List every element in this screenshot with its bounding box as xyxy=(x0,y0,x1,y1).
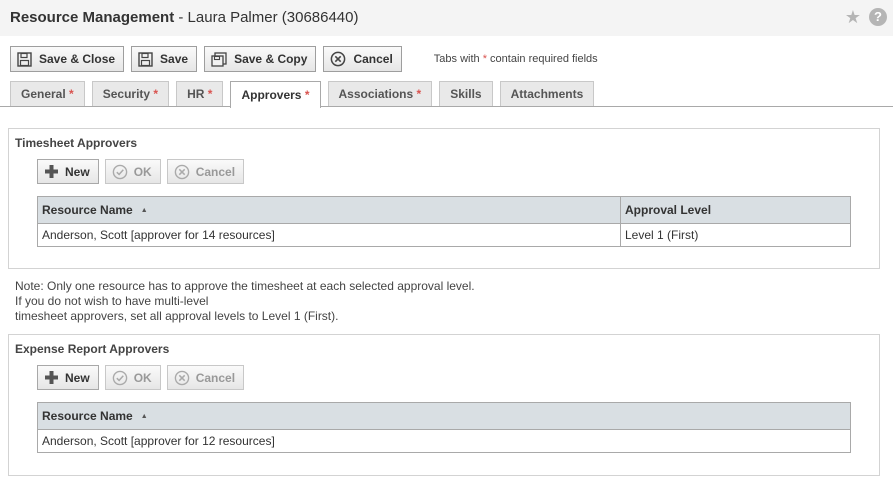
timesheet-approvers-title: Timesheet Approvers xyxy=(15,136,138,150)
plus-icon xyxy=(44,164,59,179)
expense-new-button[interactable]: New xyxy=(37,365,99,390)
save-close-button[interactable]: Save & Close xyxy=(10,46,125,72)
grid-header: Resource Name ▲ xyxy=(38,403,850,430)
tab-attachments[interactable]: Attachments xyxy=(499,81,595,106)
tab-divider xyxy=(0,106,893,107)
expense-ok-button[interactable]: OK xyxy=(104,365,161,390)
tab-associations[interactable]: Associations * xyxy=(327,81,433,106)
timesheet-new-button[interactable]: New xyxy=(37,159,99,184)
approval-note: Note: Only one resource has to approve t… xyxy=(15,279,475,323)
sort-ascending-icon: ▲ xyxy=(140,412,148,420)
save-close-label: Save & Close xyxy=(39,52,116,66)
cell-resource-name: Anderson, Scott [approver for 14 resourc… xyxy=(38,224,621,246)
check-circle-icon xyxy=(112,164,128,180)
tab-hr[interactable]: HR * xyxy=(176,81,224,106)
tab-general[interactable]: General * xyxy=(10,81,85,106)
cell-resource-name: Anderson, Scott [approver for 12 resourc… xyxy=(42,434,275,448)
cancel-label: Cancel xyxy=(353,52,393,66)
cancel-circle-icon xyxy=(174,164,190,180)
tab-skills[interactable]: Skills xyxy=(439,81,493,106)
copy-disk-icon xyxy=(211,51,227,67)
page-title: Resource Management - Laura Palmer (3068… xyxy=(10,9,359,26)
save-copy-button[interactable]: Save & Copy xyxy=(204,46,317,72)
star-icon[interactable]: ★ xyxy=(845,8,861,26)
page-title-record: - Laura Palmer (30686440) xyxy=(174,9,359,26)
required-star: * xyxy=(153,87,159,101)
cancel-circle-icon xyxy=(174,370,190,386)
help-icon[interactable]: ? xyxy=(869,8,887,26)
table-row[interactable]: Anderson, Scott [approver for 12 resourc… xyxy=(38,430,850,452)
page-title-module: Resource Management xyxy=(10,9,175,26)
save-button[interactable]: Save xyxy=(131,46,198,72)
check-circle-icon xyxy=(112,370,128,386)
required-star: * xyxy=(69,87,74,101)
cancel-button[interactable]: Cancel xyxy=(323,46,402,72)
floppy-disk-icon xyxy=(17,51,32,67)
main-toolbar: Save & Close Save Save & Copy Cancel Tab… xyxy=(10,46,598,72)
sort-ascending-icon: ▲ xyxy=(140,206,148,214)
column-header-resource-name[interactable]: Resource Name ▲ xyxy=(38,197,621,223)
expense-approvers-title: Expense Report Approvers xyxy=(15,342,170,356)
timesheet-approvers-grid: Resource Name ▲ Approval Level Anderson, … xyxy=(37,196,851,247)
timesheet-ok-button[interactable]: OK xyxy=(104,159,161,184)
tab-security[interactable]: Security * xyxy=(91,81,170,106)
column-header-resource-name[interactable]: Resource Name ▲ xyxy=(38,403,850,429)
required-star: * xyxy=(416,87,422,101)
required-star: * xyxy=(207,87,213,101)
cell-approval-level[interactable]: Level 1 (First) xyxy=(621,224,850,246)
title-bar: Resource Management - Laura Palmer (3068… xyxy=(0,0,893,36)
required-fields-note: Tabs with * contain required fields xyxy=(433,53,598,65)
save-label: Save xyxy=(160,52,189,66)
expense-toolbar: New OK Cancel xyxy=(37,365,245,390)
timesheet-cancel-button[interactable]: Cancel xyxy=(166,159,245,184)
tab-approvers[interactable]: Approvers * xyxy=(230,81,321,108)
expense-approvers-grid: Resource Name ▲ Anderson, Scott [approver… xyxy=(37,402,851,453)
required-star: * xyxy=(304,88,310,102)
cancel-circle-icon xyxy=(330,51,346,67)
expense-report-approvers-panel: Expense Report Approvers New OK Cancel R… xyxy=(8,334,880,476)
floppy-disk-icon xyxy=(138,51,153,67)
grid-header: Resource Name ▲ Approval Level xyxy=(38,197,850,224)
table-row[interactable]: Anderson, Scott [approver for 14 resourc… xyxy=(38,224,850,246)
tab-bar: General * Security * HR * Approvers * As… xyxy=(10,81,595,108)
column-header-approval-level[interactable]: Approval Level xyxy=(621,197,850,223)
plus-icon xyxy=(44,370,59,385)
save-copy-label: Save & Copy xyxy=(234,52,308,66)
timesheet-approvers-panel: Timesheet Approvers New OK Cancel Resour… xyxy=(8,128,880,269)
timesheet-toolbar: New OK Cancel xyxy=(37,159,245,184)
expense-cancel-button[interactable]: Cancel xyxy=(166,365,245,390)
